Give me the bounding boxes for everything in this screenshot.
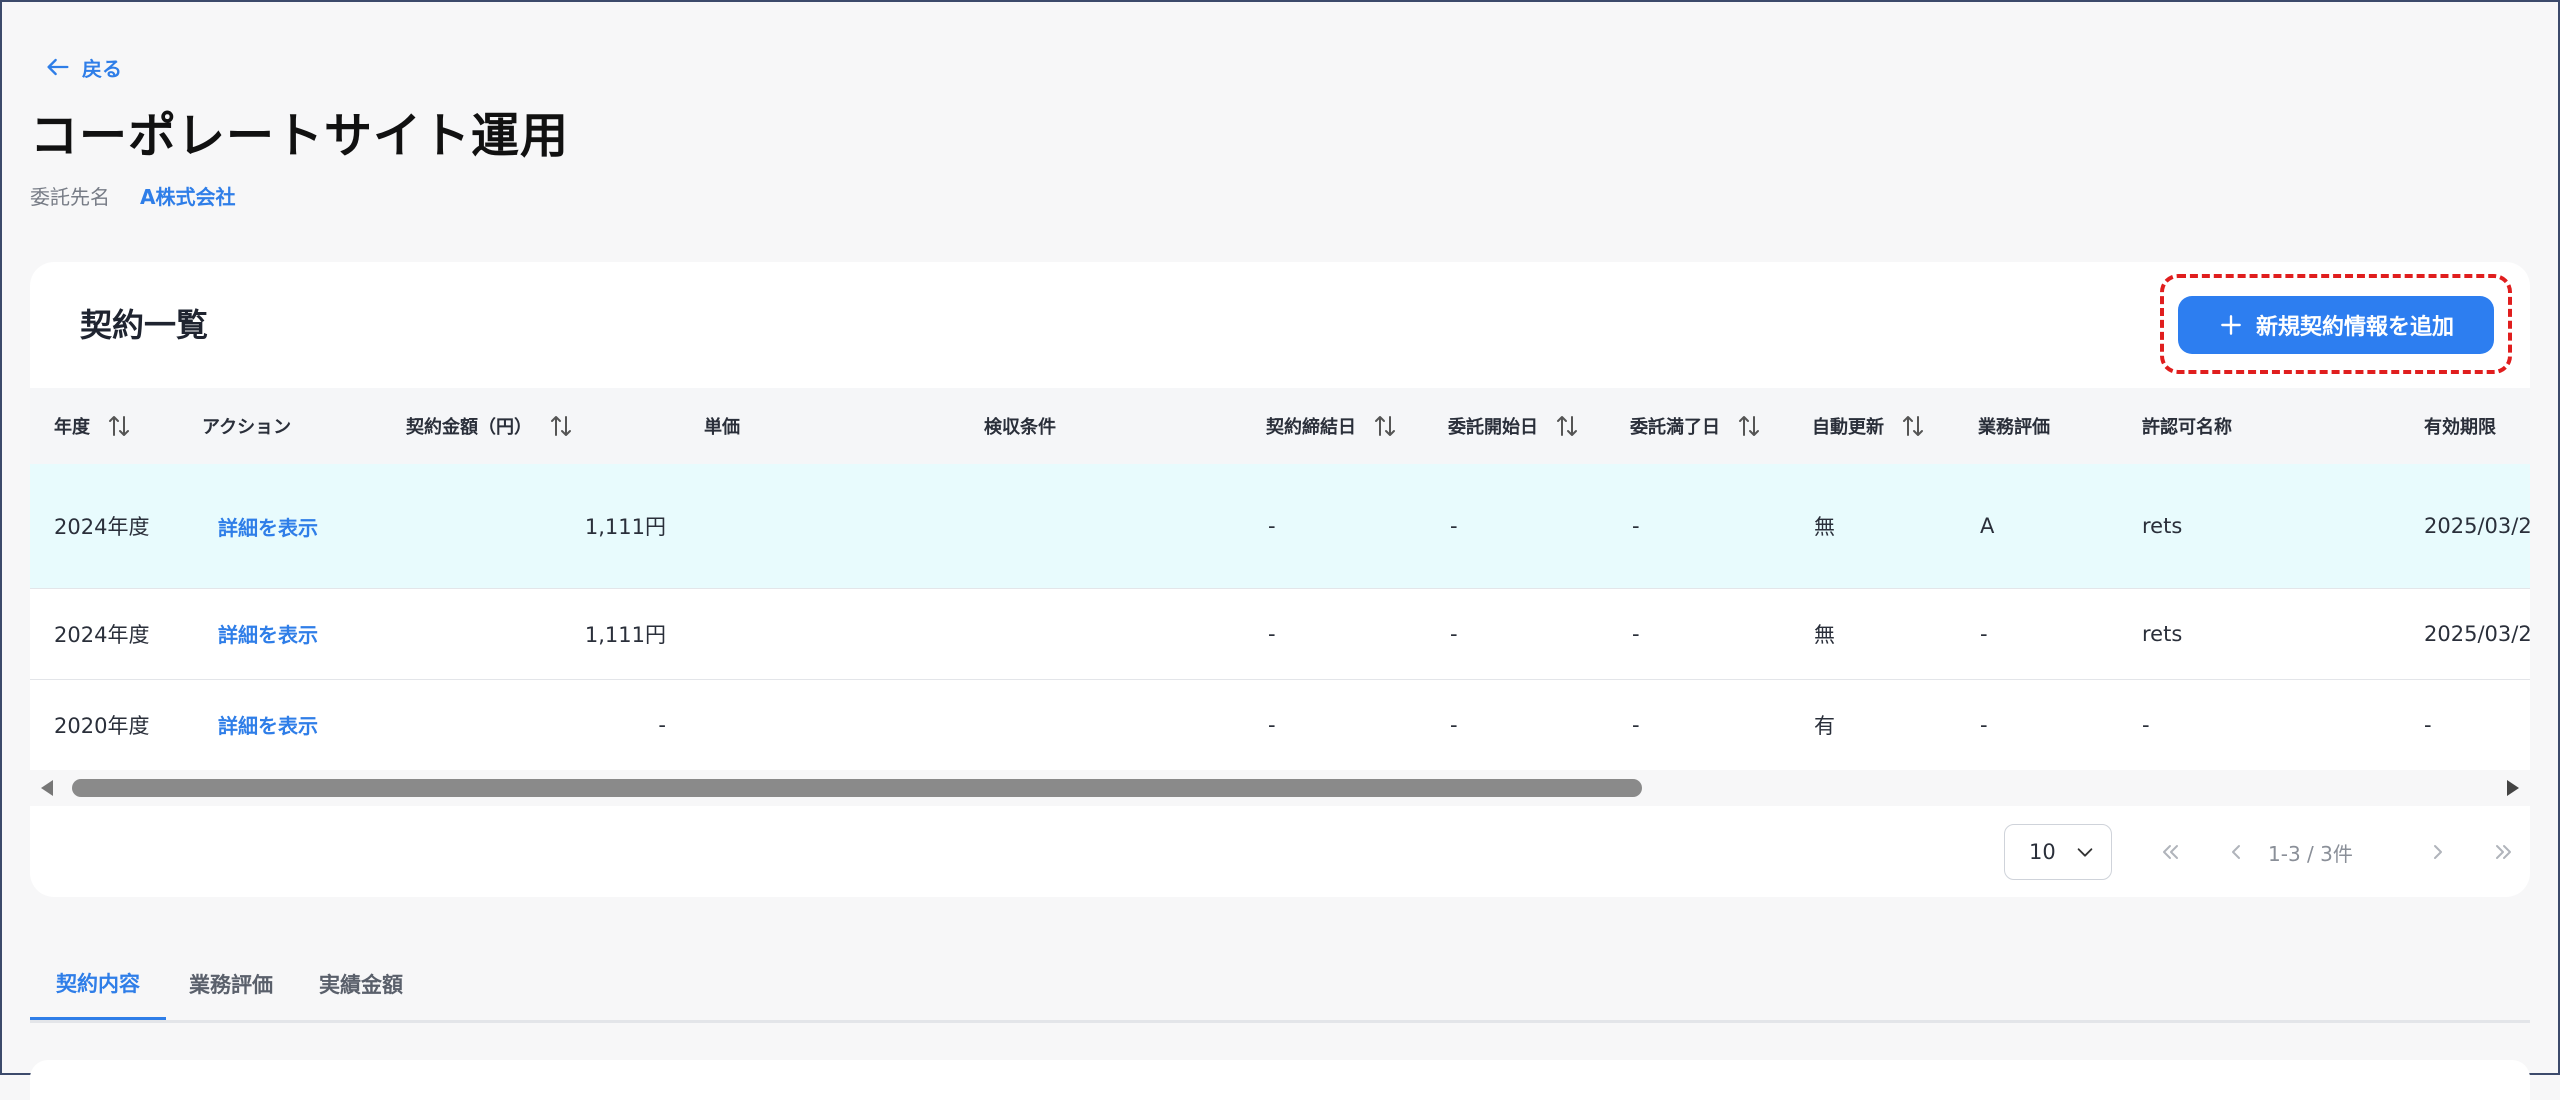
view-details-link[interactable]: 詳細を表示	[218, 679, 318, 770]
column-header-amount[interactable]: 契約金額（円）	[406, 388, 576, 464]
tab-evaluation[interactable]: 業務評価	[166, 948, 296, 1020]
cell-amount: -	[658, 712, 666, 737]
back-link[interactable]: 戻る	[44, 52, 122, 82]
detail-tabs: 契約内容 業務評価 実績金額	[30, 948, 2530, 1023]
cell-start-date: -	[1450, 514, 1458, 538]
page-size-value: 10	[2029, 840, 2056, 864]
cell-expiry: -	[2424, 712, 2432, 737]
cell-signed-date: -	[1268, 621, 1276, 646]
plus-icon	[2221, 315, 2241, 335]
double-chevron-right-icon	[2496, 845, 2511, 859]
next-page-button[interactable]	[2422, 836, 2454, 868]
column-header-start-date[interactable]: 委託開始日	[1448, 388, 1582, 464]
cell-auto-renew: 無	[1814, 622, 1835, 647]
client-name-link[interactable]: A株式会社	[140, 181, 235, 210]
scrollbar-thumb[interactable]	[72, 779, 1642, 797]
horizontal-scrollbar[interactable]	[30, 770, 2530, 806]
sort-icon	[1903, 416, 1923, 436]
cell-signed-date: -	[1268, 514, 1276, 538]
sort-icon	[1557, 416, 1577, 436]
column-header-year[interactable]: 年度	[54, 388, 134, 464]
cell-license: -	[2142, 712, 2150, 737]
first-page-button[interactable]	[2154, 836, 2186, 868]
contracts-card: 契約一覧 新規契約情報を追加 年度 アクション 契約金額（円） 単価 検収条件 …	[30, 262, 2530, 897]
column-header-auto-renew[interactable]: 自動更新	[1812, 388, 1928, 464]
cell-amount: 1,111円	[584, 622, 666, 647]
chevron-left-icon	[2232, 845, 2240, 859]
cell-start-date: -	[1450, 712, 1458, 737]
cell-year: 2024年度	[54, 622, 150, 647]
add-contract-button[interactable]: 新規契約情報を追加	[2178, 296, 2494, 354]
page-title: コーポレートサイト運用	[30, 108, 570, 164]
cell-expiry: 2025/03/2	[2424, 514, 2530, 538]
page-size-select[interactable]: 10	[2004, 824, 2112, 880]
pagination-range: 1-3 / 3件	[2268, 841, 2353, 866]
column-header-end-date[interactable]: 委託満了日	[1630, 388, 1764, 464]
arrow-left-icon	[47, 58, 69, 76]
cell-end-date: -	[1632, 621, 1640, 646]
column-header-action: アクション	[202, 417, 292, 438]
double-chevron-left-icon	[2163, 845, 2178, 859]
cell-evaluation: A	[1980, 514, 1995, 538]
column-header-license: 許認可名称	[2142, 417, 2232, 438]
cell-license: rets	[2142, 621, 2183, 646]
sort-icon	[551, 416, 571, 436]
add-contract-button-label: 新規契約情報を追加	[2255, 315, 2454, 340]
cell-expiry: 2025/03/2	[2424, 621, 2530, 646]
table-header: 年度 アクション 契約金額（円） 単価 検収条件 契約締結日 委託開始日 委託満…	[30, 388, 2530, 465]
cell-auto-renew: 無	[1814, 515, 1835, 539]
view-details-link[interactable]: 詳細を表示	[218, 464, 318, 588]
table-row[interactable]: 2020年度 詳細を表示 - - - - 有 - - -	[30, 679, 2530, 771]
cell-evaluation: -	[1980, 621, 1988, 646]
chevron-right-icon	[2434, 845, 2442, 859]
table-row[interactable]: 2024年度 詳細を表示 1,111円 - - - 無 - rets 2025/…	[30, 588, 2530, 680]
cell-year: 2024年度	[54, 515, 150, 539]
sort-icon	[1375, 416, 1395, 436]
tab-content-panel	[30, 1060, 2530, 1100]
client-label: 委託先名	[30, 184, 110, 209]
tab-contract-details[interactable]: 契約内容	[30, 948, 166, 1020]
column-header-expiry: 有効期限	[2424, 417, 2496, 438]
column-header-evaluation: 業務評価	[1978, 417, 2050, 438]
view-details-link[interactable]: 詳細を表示	[218, 588, 318, 679]
column-header-acceptance: 検収条件	[984, 417, 1056, 438]
cell-license: rets	[2142, 514, 2183, 538]
cell-signed-date: -	[1268, 712, 1276, 737]
table-row[interactable]: 2024年度 詳細を表示 1,111円 - - - 無 A rets 2025/…	[30, 464, 2530, 589]
cell-auto-renew: 有	[1814, 713, 1835, 738]
sort-icon	[1739, 416, 1759, 436]
cell-end-date: -	[1632, 514, 1640, 538]
cell-year: 2020年度	[54, 713, 150, 738]
back-link-label: 戻る	[82, 56, 122, 81]
column-header-unit-price: 単価	[704, 417, 740, 438]
cell-start-date: -	[1450, 621, 1458, 646]
tab-actual-amount[interactable]: 実績金額	[296, 948, 426, 1020]
last-page-button[interactable]	[2488, 836, 2520, 868]
scroll-right-icon[interactable]	[2502, 778, 2522, 798]
chevron-down-icon	[2077, 848, 2093, 857]
sort-icon	[109, 416, 129, 436]
cell-amount: 1,111円	[584, 515, 666, 539]
cell-evaluation: -	[1980, 712, 1988, 737]
contracts-title: 契約一覧	[80, 306, 209, 344]
column-header-signed-date[interactable]: 契約締結日	[1266, 388, 1400, 464]
prev-page-button[interactable]	[2220, 836, 2252, 868]
client-info: 委託先名 A株式会社	[30, 180, 235, 210]
scroll-left-icon[interactable]	[38, 778, 58, 798]
cell-end-date: -	[1632, 712, 1640, 737]
